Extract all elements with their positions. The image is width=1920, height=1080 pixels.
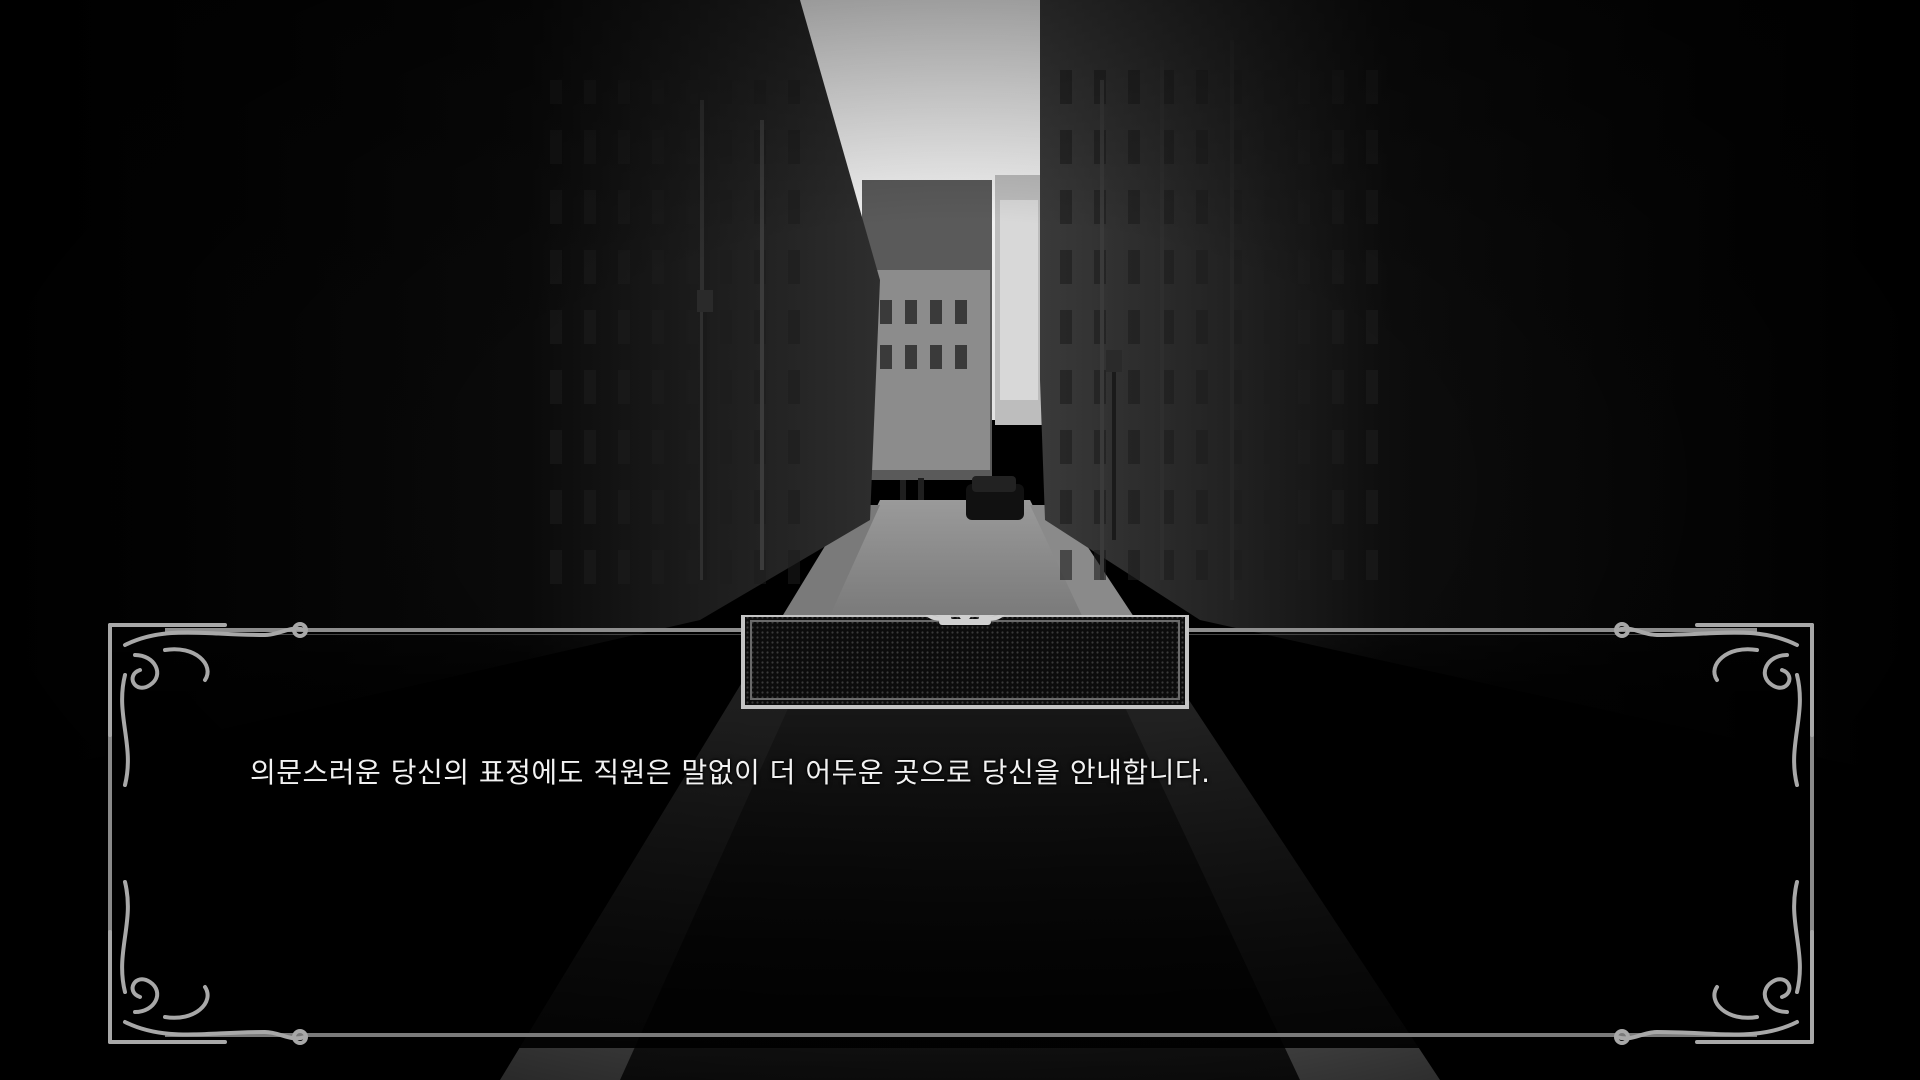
dialogue-box[interactable]: 의문스러운 당신의 표정에도 직원은 말없이 더 어두운 곳으로 당신을 안내합… xyxy=(105,615,1817,1052)
dialogue-text: 의문스러운 당신의 표정에도 직원은 말없이 더 어두운 곳으로 당신을 안내합… xyxy=(250,756,1211,789)
game-screen[interactable]: 의문스러운 당신의 표정에도 직원은 말없이 더 어두운 곳으로 당신을 안내합… xyxy=(0,0,1920,1080)
speaker-name-plate xyxy=(741,615,1189,695)
speaker-name xyxy=(741,649,1189,693)
